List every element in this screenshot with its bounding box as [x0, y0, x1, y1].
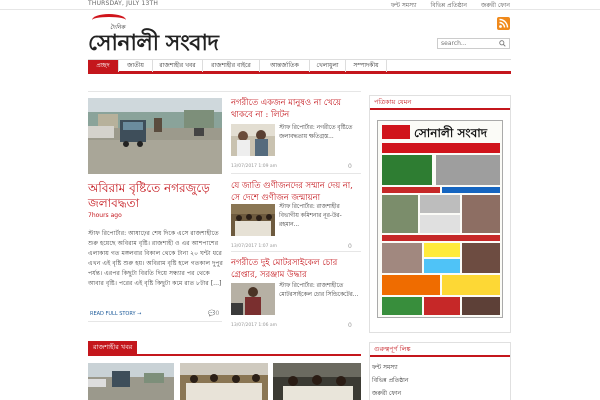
important-link-font-problem[interactable]: ফন্ট সমস্যা: [372, 362, 398, 373]
story-comment-count[interactable]: 0: [348, 243, 352, 250]
important-link-institutions[interactable]: বিভিন্ন প্রতিষ্ঠান: [372, 375, 409, 386]
story-comment-count[interactable]: 0: [348, 163, 352, 170]
section-story-thumbnail[interactable]: [180, 363, 268, 400]
section-header-rajshahi-news: রাজশাহীর খবর: [88, 341, 361, 356]
story-excerpt: স্টাফ রিপোর্টার: রাজশাহীতে মোটরসাইকেল চো…: [279, 283, 359, 298]
story-meta: 13/07/2017 1:07 am: [231, 244, 278, 249]
story-item: নগরীতে একজন মানুষও না খেয়ে থাকবে না : ল…: [231, 96, 361, 170]
story-title[interactable]: নগরীতে দুই মোটরসাইকেল চোর গ্রেপ্তার, সরঞ…: [231, 256, 361, 280]
top-link-institutions[interactable]: বিভিন্ন প্রতিষ্ঠান: [431, 2, 468, 9]
story-title[interactable]: নগরীতে একজন মানুষও না খেয়ে থাকবে না : ল…: [231, 96, 361, 120]
epaper-masthead: সোনালী সংবাদ: [414, 125, 488, 140]
top-link-font-problem[interactable]: ফন্ট সমস্যা: [391, 2, 417, 9]
story-item: যে জাতি গুণীজনদের সম্মান দেয় না, সে দেশ…: [231, 179, 361, 250]
lead-story-title[interactable]: অবিরাম বৃষ্টিতে নগরজুড়ে জলাবদ্ধতা: [88, 181, 228, 211]
section-title[interactable]: রাজশাহীর খবর: [88, 341, 138, 354]
story-thumbnail[interactable]: [231, 204, 275, 236]
story-divider: [231, 251, 361, 252]
search-box: [437, 38, 510, 49]
nav-item-rajshahi-news[interactable]: রাজশাহীর খবর: [152, 60, 202, 72]
story-comment-count[interactable]: 0: [348, 322, 352, 329]
content-top-rule: [88, 91, 361, 92]
story-meta: 13/07/2017 1:06 am: [231, 323, 278, 328]
nav-item-outside-rajshahi[interactable]: রাজশাহীর বাইরে: [202, 60, 259, 72]
section-story-thumbnail[interactable]: [88, 363, 174, 400]
current-date: THURSDAY, JULY 13TH: [88, 0, 159, 7]
story-excerpt: স্টাফ রিপোর্টার: নগরীতে বৃষ্টিতে জলাবদ্ধ…: [279, 125, 353, 140]
read-full-story-link[interactable]: READ FULL STORY →: [90, 311, 141, 317]
site-logo[interactable]: দৈনিক সোনালী সংবাদ: [88, 12, 219, 56]
story-divider: [231, 173, 361, 174]
nav-item-home[interactable]: প্রচ্ছদ: [88, 60, 118, 72]
epaper-thumbnail[interactable]: সোনালী সংবাদ: [377, 120, 503, 318]
nav-item-editorial[interactable]: সম্পাদকীয়: [345, 60, 387, 72]
story-thumbnail[interactable]: [231, 283, 275, 315]
main-navigation: প্রচ্ছদ জাতীয় রাজশাহীর খবর রাজশাহীর বাই…: [88, 59, 511, 74]
nav-item-national[interactable]: জাতীয়: [118, 60, 152, 72]
logo-text: সোনালী সংবাদ: [88, 30, 219, 56]
lead-comment-count[interactable]: 💬0: [208, 310, 219, 317]
top-links: ফন্ট সমস্যা বিভিন্ন প্রতিষ্ঠান জরুরী ফোন: [379, 0, 510, 11]
section-story-thumbnail[interactable]: [273, 363, 361, 400]
lead-bottom-rule: [88, 321, 222, 322]
nav-item-sports[interactable]: খেলাধুলা: [309, 60, 345, 72]
story-item: নগরীতে দুই মোটরসাইকেল চোর গ্রেপ্তার, সরঞ…: [231, 256, 361, 329]
story-thumbnail[interactable]: [231, 124, 275, 156]
important-link-emergency-phone[interactable]: জরুরী ফোন: [372, 388, 401, 399]
search-input[interactable]: [441, 39, 497, 48]
lead-story-excerpt: স্টাফ রিপোর্টার: আষাঢ়ের শেষ দিকে এসে রা…: [88, 230, 223, 287]
nav-item-international[interactable]: আন্তর্জাতিক: [259, 60, 309, 72]
story-meta: 13/07/2017 1:09 am: [231, 164, 278, 169]
rss-icon[interactable]: [497, 17, 510, 30]
top-link-emergency-phone[interactable]: জরুরী ফোন: [481, 2, 510, 9]
important-links-title: গুরুত্বপূর্ণ লিঙ্ক: [370, 343, 510, 357]
top-bar: THURSDAY, JULY 13TH ফন্ট সমস্যা বিভিন্ন …: [0, 0, 600, 10]
story-excerpt: স্টাফ রিপোর্টার: রাজশাহীর বিভাগীয় কমিশন…: [279, 204, 342, 228]
search-icon[interactable]: [499, 40, 506, 47]
lead-story-image[interactable]: [88, 98, 222, 174]
lead-story-time: 7hours ago: [88, 212, 122, 219]
epaper-widget-title: পত্রিকায় যেমন: [370, 96, 510, 110]
story-title[interactable]: যে জাতি গুণীজনদের সম্মান দেয় না, সে দেশ…: [231, 179, 361, 203]
